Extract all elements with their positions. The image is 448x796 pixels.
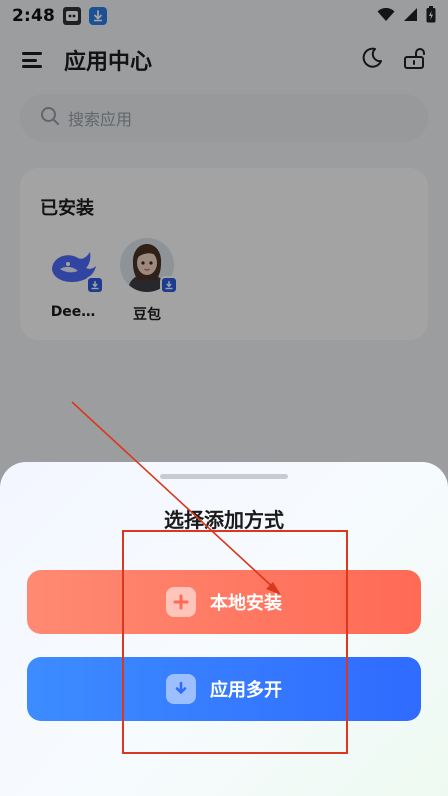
annotation-highlight-box xyxy=(122,530,348,754)
sheet-drag-handle[interactable] xyxy=(160,474,288,479)
app-center-screen: 2:48 应用中心 搜索应用 已安装 Dee… 豆包 选择添加方式 本地安装 应… xyxy=(0,0,448,796)
sheet-title: 选择添加方式 xyxy=(164,508,284,532)
